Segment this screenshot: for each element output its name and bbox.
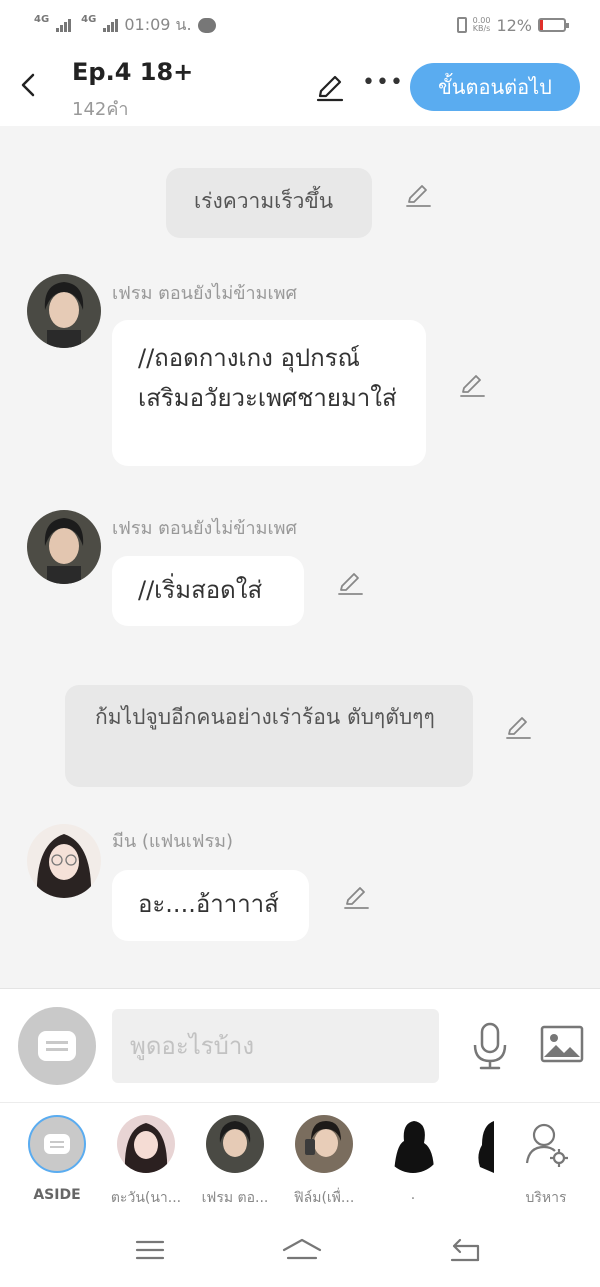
network-type-2: 4G <box>81 13 97 25</box>
chat-area[interactable]: เร่งความเร็วขึ้น เฟรม ตอนยังไม่ข้ามเพศ /… <box>0 126 600 988</box>
edit-pencil-icon[interactable] <box>504 714 532 742</box>
manage-characters-button[interactable]: บริหาร <box>506 1115 586 1209</box>
message-icon <box>44 1134 70 1154</box>
chat-notification-icon <box>197 17 216 33</box>
edit-pencil-icon[interactable] <box>404 182 432 210</box>
character-aside[interactable]: ASIDE <box>17 1115 97 1203</box>
back-arrow-icon[interactable] <box>14 70 44 100</box>
avatar <box>117 1115 175 1173</box>
microphone-icon[interactable] <box>470 1021 510 1071</box>
editor-header: Ep.4 18+ 142คำ ••• ขั้นตอนต่อไป <box>0 50 600 126</box>
menu-icon[interactable] <box>133 1234 167 1266</box>
character-name: เฟรม ตอ... <box>201 1190 269 1206</box>
character-name: . <box>410 1187 416 1203</box>
edit-pencil-icon[interactable] <box>458 372 486 400</box>
character-bar: ASIDE ตะวัน(นา... เฟรม ตอ... ฟิล์ม(เพื่.… <box>0 1102 600 1214</box>
input-bar <box>0 988 600 1102</box>
aside-avatar <box>28 1115 86 1173</box>
speaker-name: เฟรม ตอนยังไม่ข้ามเพศ <box>112 518 297 539</box>
status-right: 0.00 KB/s 12% <box>456 15 569 35</box>
signal-icon <box>56 18 72 32</box>
status-time: 01:09 น. <box>124 14 192 34</box>
status-left: 4G 4G 01:09 น. <box>34 13 216 38</box>
next-step-button[interactable]: ขั้นตอนต่อไป <box>410 63 580 111</box>
narration-message[interactable]: เร่งความเร็วขึ้น <box>166 168 372 238</box>
network-type-1: 4G <box>34 13 50 25</box>
avatar[interactable] <box>27 510 101 584</box>
narration-text: เร่งความเร็วขึ้น <box>194 189 334 213</box>
message-bubble[interactable]: //ถอดกางเกง อุปกรณ์เสริมอวัยวะเพศชายมาใส… <box>112 320 426 466</box>
speaker-name: เฟรม ตอนยังไม่ข้ามเพศ <box>112 283 297 304</box>
status-bar: 4G 4G 01:09 น. 0.00 KB/s 12% <box>0 0 600 50</box>
character-item[interactable]: ฟิล์ม(เพื่... <box>284 1115 364 1209</box>
system-nav-bar <box>0 1214 600 1287</box>
character-name: ตะวัน(นา... <box>110 1190 182 1206</box>
battery-fill <box>540 20 543 30</box>
edit-pencil-icon[interactable] <box>342 884 370 912</box>
character-portrait-icon <box>117 1115 175 1173</box>
character-item[interactable]: . <box>373 1115 453 1203</box>
message-text: อะ....อ้าาาาส์ <box>138 890 279 918</box>
narration-message[interactable]: ก้มไปจูบอีกคนอย่างเร่าร้อน ตับๆตับๆๆ <box>65 685 473 787</box>
battery-icon <box>538 18 569 32</box>
speaker-name: มีน (แฟนเฟรม) <box>112 831 234 852</box>
edit-pencil-icon[interactable] <box>336 570 364 598</box>
vibrate-icon <box>456 17 467 33</box>
character-item[interactable]: ตะวัน(นา... <box>106 1115 186 1209</box>
avatar <box>384 1115 442 1173</box>
character-item[interactable]: เฟรม ตอ... <box>195 1115 275 1209</box>
silhouette-icon <box>478 1121 494 1173</box>
word-count: 142คำ <box>72 99 129 120</box>
character-name: บริหาร <box>525 1190 567 1206</box>
avatar <box>206 1115 264 1173</box>
avatar <box>295 1115 353 1173</box>
character-portrait-icon <box>27 274 101 348</box>
aside-toggle-button[interactable] <box>18 1007 96 1085</box>
character-partial[interactable] <box>474 1115 494 1173</box>
battery-percent: 12% <box>496 15 532 35</box>
message-icon <box>38 1031 76 1061</box>
silhouette-icon <box>394 1121 434 1173</box>
narration-text: ก้มไปจูบอีกคนอย่างเร่าร้อน ตับๆตับๆๆ <box>95 705 435 729</box>
message-bubble[interactable]: อะ....อ้าาาาส์ <box>112 870 309 941</box>
edit-pencil-icon[interactable] <box>314 72 346 104</box>
message-input[interactable] <box>112 1009 439 1083</box>
message-text: //เริ่มสอดใส่ <box>138 576 263 604</box>
character-portrait-icon <box>27 510 101 584</box>
network-speed: 0.00 KB/s <box>473 17 491 33</box>
avatar[interactable] <box>27 274 101 348</box>
home-icon[interactable] <box>280 1234 324 1266</box>
avatar[interactable] <box>27 824 101 898</box>
message-bubble[interactable]: //เริ่มสอดใส่ <box>112 556 304 626</box>
speed-unit: KB/s <box>472 24 491 33</box>
back-icon[interactable] <box>448 1234 482 1266</box>
character-portrait-icon <box>27 824 101 898</box>
image-icon[interactable] <box>540 1025 584 1065</box>
more-options-button[interactable]: ••• <box>362 70 404 95</box>
character-portrait-icon <box>206 1115 264 1173</box>
user-settings-icon <box>525 1123 568 1167</box>
character-name: ASIDE <box>33 1187 81 1203</box>
character-name: ฟิล์ม(เพื่... <box>293 1190 355 1206</box>
signal-icon <box>103 18 119 32</box>
episode-title: Ep.4 18+ <box>72 58 194 86</box>
message-text: //ถอดกางเกง อุปกรณ์เสริมอวัยวะเพศชายมาใส… <box>138 344 397 412</box>
character-portrait-icon <box>295 1115 353 1173</box>
